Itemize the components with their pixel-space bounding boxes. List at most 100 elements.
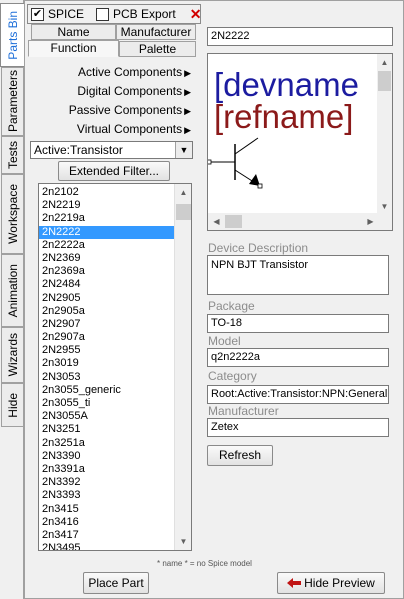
- category-digital-components[interactable]: Digital Components ▶: [77, 84, 191, 98]
- list-item[interactable]: 2N3055A: [39, 410, 175, 423]
- list-item[interactable]: 2n2219a: [39, 212, 175, 225]
- list-item[interactable]: 2N3251: [39, 423, 175, 436]
- category-passive-components[interactable]: Passive Components ▶: [69, 103, 191, 117]
- side-tab-wizards[interactable]: Wizards: [1, 327, 23, 383]
- side-tab-parts-bin[interactable]: Parts Bin: [0, 3, 25, 67]
- scroll-down-icon[interactable]: ▼: [175, 533, 191, 550]
- manufacturer-label: Manufacturer: [208, 404, 279, 418]
- category-label: Passive Components: [68, 103, 183, 117]
- parts-list[interactable]: 2n2102 2N2219 2n2219a 2N2222 2n2222a 2N2369 2n…: [38, 183, 192, 551]
- tab-palette[interactable]: Palette: [119, 41, 196, 57]
- submenu-arrow-icon: ▶: [184, 106, 191, 116]
- device-description-label: Device Description: [208, 241, 309, 255]
- side-tab-label: Animation: [5, 263, 20, 318]
- side-tab-label: Tests: [5, 140, 20, 169]
- category-virtual-components[interactable]: Virtual Components ▶: [77, 122, 191, 136]
- category-filter-select[interactable]: Active:Transistor ▼: [30, 141, 193, 159]
- scroll-left-icon[interactable]: ◀: [208, 213, 225, 230]
- manufacturer-field[interactable]: Zetex: [207, 418, 389, 437]
- list-item[interactable]: 2n2905a: [39, 305, 175, 318]
- list-item[interactable]: 2n3251a: [39, 437, 175, 450]
- category-label: Digital Components: [77, 84, 183, 98]
- parts-list-items: 2n2102 2N2219 2n2219a 2N2222 2n2222a 2N2369 2n…: [39, 186, 175, 550]
- tab-function[interactable]: Function: [28, 40, 119, 57]
- model-label: Model: [208, 334, 241, 348]
- device-description-field[interactable]: NPN BJT Transistor: [207, 255, 389, 295]
- preview-devname-text: [devname: [214, 66, 359, 103]
- side-tab-label: Hide: [5, 392, 20, 418]
- hide-preview-button[interactable]: Hide Preview: [277, 572, 385, 594]
- list-item[interactable]: 2n3055_generic: [39, 384, 175, 397]
- part-name-field[interactable]: 2N2222: [207, 27, 393, 46]
- category-field[interactable]: Root:Active:Transistor:NPN:General: [207, 385, 389, 404]
- preview-vertical-scrollbar[interactable]: ▲ ▼: [377, 54, 392, 215]
- category-active-components[interactable]: Active Components ▶: [78, 65, 191, 79]
- preview-hscroll-thumb[interactable]: [225, 215, 242, 228]
- scroll-thumb[interactable]: [176, 204, 191, 220]
- npn-transistor-symbol: [208, 137, 263, 189]
- side-tab-animation[interactable]: Animation: [1, 254, 23, 327]
- arrow-left-icon: [287, 578, 302, 588]
- symbol-preview: [devname [refname] ▲ ▼ ◀ ▶: [207, 53, 393, 231]
- parts-bin-panel: ✔ SPICE PCB Export ✕ Name Manufacturer F…: [24, 0, 404, 599]
- extended-filter-button[interactable]: Extended Filter...: [58, 161, 170, 181]
- list-item[interactable]: 2N3392: [39, 476, 175, 489]
- place-part-button[interactable]: Place Part: [83, 572, 149, 594]
- refresh-button[interactable]: Refresh: [207, 445, 273, 466]
- pcb-export-checkbox[interactable]: [96, 7, 110, 21]
- spice-checkbox[interactable]: ✔: [31, 7, 44, 21]
- list-item[interactable]: 2N2219: [39, 199, 175, 212]
- list-item[interactable]: 2n3391a: [39, 463, 175, 476]
- preview-horizontal-scrollbar[interactable]: ◀ ▶: [208, 213, 379, 230]
- list-item[interactable]: 2n2222a: [39, 239, 175, 252]
- scroll-corner: [377, 213, 392, 230]
- side-tab-hide[interactable]: Hide: [1, 383, 23, 427]
- submenu-arrow-icon: ▶: [184, 68, 191, 78]
- list-item[interactable]: 2N3495: [39, 542, 175, 550]
- side-tab-label: Workspace: [5, 184, 20, 244]
- list-item[interactable]: 2n2907a: [39, 331, 175, 344]
- category-label: Category: [208, 369, 257, 383]
- category-label: Active Components: [78, 65, 183, 79]
- list-item[interactable]: 2N2222: [39, 225, 175, 239]
- list-item[interactable]: 2N3053: [39, 371, 175, 384]
- list-item[interactable]: 2n3055_ti: [39, 397, 175, 410]
- close-icon[interactable]: ✕: [190, 6, 202, 23]
- hide-preview-label: Hide Preview: [304, 576, 375, 590]
- list-item[interactable]: 2N2484: [39, 278, 175, 291]
- side-tab-label: Parts Bin: [6, 10, 20, 60]
- list-item[interactable]: 2N2905: [39, 292, 175, 305]
- side-tab-strip: Parts Bin Parameters Tests Workspace Ani…: [0, 0, 25, 599]
- list-item[interactable]: 2n3415: [39, 503, 175, 516]
- category-label: Virtual Components: [76, 122, 183, 136]
- list-item[interactable]: 2n3416: [39, 516, 175, 529]
- package-label: Package: [208, 299, 255, 313]
- list-item[interactable]: 2n3019: [39, 357, 175, 370]
- scroll-up-icon[interactable]: ▲: [377, 54, 392, 71]
- tab-name[interactable]: Name: [31, 24, 116, 40]
- list-item[interactable]: 2N3393: [39, 489, 175, 502]
- list-item[interactable]: 2n2102: [39, 186, 175, 199]
- list-item[interactable]: 2n3417: [39, 529, 175, 542]
- chevron-down-icon[interactable]: ▼: [175, 142, 192, 158]
- preview-vscroll-thumb[interactable]: [378, 71, 391, 91]
- parts-list-scrollbar[interactable]: ▲ ▼: [174, 184, 191, 550]
- list-item[interactable]: 2N2955: [39, 344, 175, 357]
- side-tab-label: Wizards: [5, 333, 20, 377]
- submenu-arrow-icon: ▶: [184, 125, 191, 135]
- model-field[interactable]: q2n2222a: [207, 348, 389, 367]
- list-item[interactable]: 2n2369a: [39, 265, 175, 278]
- side-tab-tests[interactable]: Tests: [1, 136, 23, 174]
- package-field[interactable]: TO-18: [207, 314, 389, 333]
- list-item[interactable]: 2N3390: [39, 450, 175, 463]
- preview-refname-text: [refname]: [214, 98, 354, 135]
- list-item[interactable]: 2N2907: [39, 318, 175, 331]
- side-tab-parameters[interactable]: Parameters: [1, 67, 23, 136]
- side-tab-workspace[interactable]: Workspace: [1, 174, 23, 254]
- scroll-up-icon[interactable]: ▲: [175, 184, 191, 201]
- tab-manufacturer[interactable]: Manufacturer: [116, 24, 196, 40]
- spice-label: SPICE: [48, 7, 85, 21]
- side-tab-label: Parameters: [5, 70, 20, 133]
- list-item[interactable]: 2N2369: [39, 252, 175, 265]
- pcb-export-label: PCB Export: [113, 7, 176, 21]
